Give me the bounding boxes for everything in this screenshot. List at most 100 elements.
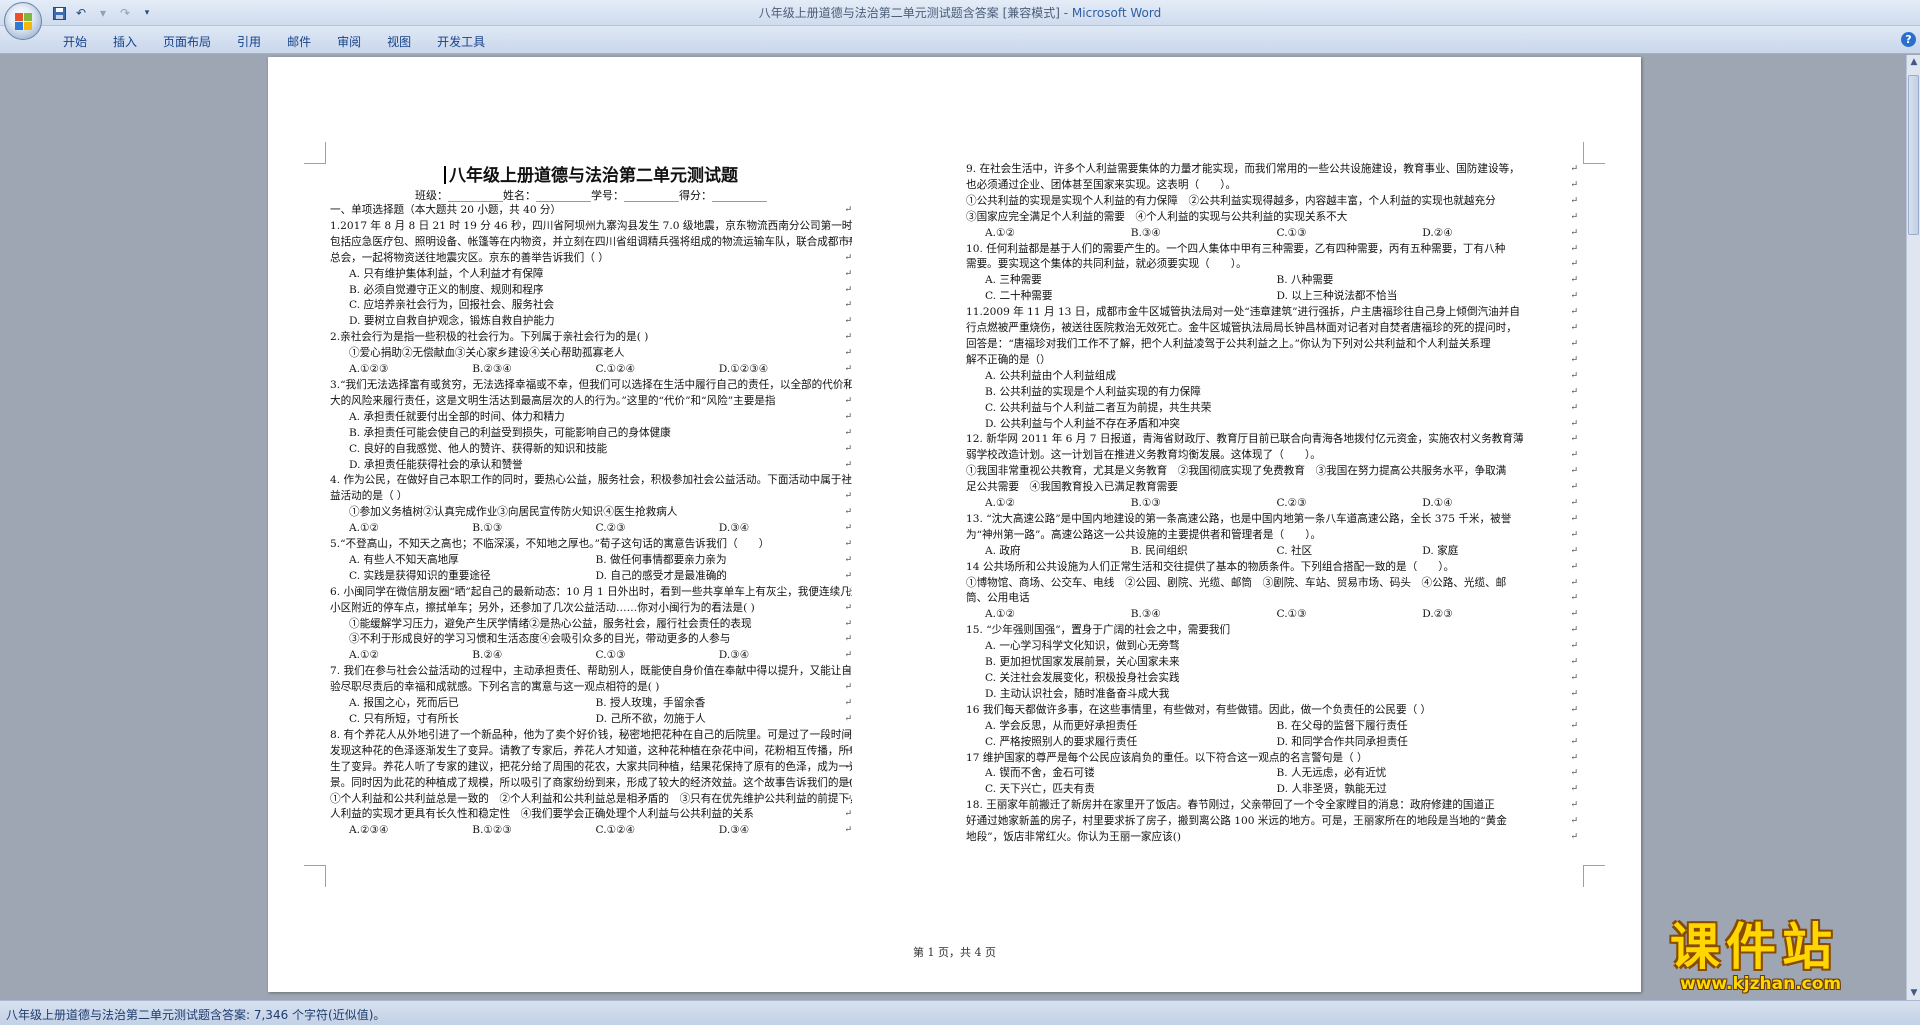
option-text: D. 己所不欲，勿施于人: [595, 713, 706, 725]
text-line: 小区附近的停车点，擦拭单车；另外，还参加了几次公益活动……你对小闽行为的看法是(…: [330, 601, 852, 617]
options-line: A.①② B.①③ C.②③ D.③④ ↵: [330, 521, 852, 537]
line-text: ①参加义务植树②认真完成作业③向居民宣传防火知识④医生抢救病人: [349, 506, 678, 519]
paragraph-mark-icon: ↵: [844, 332, 852, 343]
paragraph-mark-icon: ↵: [1570, 275, 1578, 286]
text-line: 1.2017 年 8 月 8 日 21 时 19 分 46 秒，四川省阿坝州九寨…: [330, 219, 852, 235]
help-icon[interactable]: ?: [1901, 32, 1916, 47]
text-line: 为“神州第一路”。高速公路这一公共设施的主要提供者和管理者是（ ）。 ↵: [966, 528, 1578, 544]
option-text: D.③④: [718, 824, 750, 837]
paragraph-mark-icon: ↵: [1570, 370, 1578, 381]
line-text: 11.2009 年 11 月 13 日，成都市金牛区城管执法局对一处“违章建筑”…: [966, 306, 1520, 319]
paragraph-mark-icon: ↵: [1570, 752, 1578, 763]
ribbon: 开始 插入 页面布局 引用 邮件 审阅 视图 开发工具 ?: [0, 26, 1920, 54]
option-text: B. 授人玫瑰，手留余香: [595, 697, 706, 710]
text-cursor: [444, 166, 446, 184]
line-text: 5.“不登高山，不知天之高也；不临深溪，不知地之厚也。”荀子这句话的寓意告诉我们…: [330, 538, 770, 551]
tab-references[interactable]: 引用: [224, 31, 274, 52]
scrollbar-thumb[interactable]: [1908, 75, 1919, 235]
paragraph-mark-icon: ↵: [1570, 673, 1578, 683]
paragraph-mark-icon: ↵: [844, 809, 852, 820]
text-line: A. 公共利益由个人利益组成 ↵: [966, 369, 1578, 385]
text-line: 总会，一起将物资送往地震灾区。京东的善举告诉我们（ ） ↵: [330, 251, 852, 267]
paragraph-mark-icon: ↵: [1570, 609, 1578, 620]
paragraph-mark-icon: ↵: [844, 205, 852, 215]
right-column: 9. 在社会生活中，许多个人利益需要集体的力量才能实现，而我们常用的一些公共设施…: [966, 162, 1578, 846]
tab-mailings[interactable]: 邮件: [274, 31, 324, 52]
line-text: 3.“我们无法选择富有或贫穷，无法选择幸福或不幸，但我们可以选择在生活中履行自己…: [330, 378, 852, 391]
tab-developer[interactable]: 开发工具: [424, 31, 498, 52]
options-line: C. 二十种需要 D. 以上三种说法都不恰当 ↵: [966, 289, 1578, 305]
options-line: C. 实践是获得知识的重要途径 D. 自己的感受才是最准确的 ↵: [330, 569, 852, 585]
text-line: 好通过她家新盖的房子，村里要求拆了房子，搬到离公路 100 米远的地方。可是，王…: [966, 814, 1578, 830]
document-page[interactable]: 八年级上册道德与法治第二单元测试题 班级：__________姓名：______…: [268, 57, 1641, 992]
text-line: 16 我们每天都做许多事，在这些事情里，有些做对，有些做错。因此，做一个负责任的…: [966, 703, 1578, 719]
options-line: A.①② B.①③ C.②③ D.①④ ↵: [966, 496, 1578, 512]
paragraph-mark-icon: ↵: [1570, 482, 1578, 493]
line-text: ①个人利益和公共利益总是一致的 ②个人利益和公共利益总是相矛盾的 ③只有在优先维…: [330, 792, 852, 805]
line-text: 益活动的是（ ）: [330, 490, 408, 503]
text-line: D. 公共利益与个人利益不存在矛盾和冲突 ↵: [966, 417, 1578, 433]
text-line: 6. 小闽同学在微信朋友圈“晒”起自己的最新动态：10 月 1 日外出时，看到一…: [330, 585, 852, 601]
text-line: ①能缓解学习压力，避免产生厌学情绪②是热心公益，服务社会，履行社会责任的表现 ↵: [330, 617, 852, 633]
paragraph-mark-icon: ↵: [844, 825, 852, 836]
tab-review[interactable]: 审阅: [324, 31, 374, 52]
text-line: C. 应培养亲社会行为，回报社会、服务社会 ↵: [330, 298, 852, 314]
line-text: C. 应培养亲社会行为，回报社会、服务社会: [349, 299, 555, 312]
tab-page-layout[interactable]: 页面布局: [150, 31, 224, 52]
option-text: D.①④: [1422, 497, 1453, 510]
line-text: 地段”，饭店非常红火。你认为王丽一家应该(): [966, 831, 1181, 844]
line-text: 9. 在社会生活中，许多个人利益需要集体的力量才能实现，而我们常用的一些公共设施…: [966, 163, 1520, 175]
tab-insert[interactable]: 插入: [100, 31, 150, 52]
line-text: D. 要树立自救自护观念，锻炼自救自护能力: [349, 315, 555, 328]
office-button[interactable]: [4, 2, 42, 40]
options-line: C. 严格按照别人的要求履行责任 D. 和同学合作共同承担责任 ↵: [966, 735, 1578, 751]
line-text: A. 公共利益由个人利益组成: [985, 369, 1116, 382]
tab-view[interactable]: 视图: [374, 31, 424, 52]
option-text: A.①②: [985, 608, 1016, 621]
paragraph-mark-icon: ↵: [1570, 195, 1578, 206]
option-text: B.①③: [472, 522, 503, 535]
option-text: A.①②: [985, 226, 1016, 239]
paragraph-mark-icon: ↵: [844, 379, 852, 390]
line-text: B. 承担责任可能会使自己的利益受到损失，可能影响自己的身体健康: [349, 426, 671, 439]
paragraph-mark-icon: ↵: [1570, 259, 1578, 270]
scroll-up-icon[interactable]: ▲: [1907, 55, 1920, 69]
option-text: A. 锲而不舍，金石可镂: [985, 767, 1095, 780]
paragraph-mark-icon: ↵: [844, 236, 852, 247]
line-text: 15. “少年强则国强”，置身于广阔的社会之中，需要我们: [966, 624, 1231, 637]
paragraph-mark-icon: ↵: [1570, 545, 1578, 556]
paragraph-mark-icon: ↵: [1570, 211, 1578, 222]
paragraph-mark-icon: ↵: [844, 300, 852, 311]
option-text: C.②③: [1276, 497, 1307, 510]
paragraph-mark-icon: ↵: [1570, 418, 1578, 429]
right-column-body: 9. 在社会生活中，许多个人利益需要集体的力量才能实现，而我们常用的一些公共设施…: [966, 162, 1578, 846]
window-title: 八年级上册道德与法治第二单元测试题含答案 [兼容模式] - Microsoft …: [758, 6, 1162, 20]
options-line: A. 学会反思，从而更好承担责任 B. 在父母的监督下履行责任 ↵: [966, 719, 1578, 735]
line-text: ①爱心捐助②无偿献血③关心家乡建设④关心帮助孤寡老人: [349, 347, 625, 360]
line-text: 13. “沈大高速公路”是中国内地建设的第一条高速公路，也是中国内地第一条八车道…: [966, 512, 1512, 525]
paragraph-mark-icon: ↵: [844, 475, 852, 486]
line-text: 弱学校改造计划。这一计划旨在推进义务教育均衡发展。这体现了（ ）。: [966, 449, 1321, 462]
office-logo-icon: [15, 13, 32, 30]
line-text: 17 维护国家的尊严是每个公民应该肩负的重任。以下符合这一观点的名言警句是（ ）: [966, 751, 1368, 764]
tab-home[interactable]: 开始: [50, 31, 100, 52]
vertical-scrollbar[interactable]: ▲ ▼: [1906, 55, 1920, 1000]
paragraph-mark-icon: ↵: [1570, 402, 1578, 413]
paragraph-mark-icon: ↵: [844, 682, 852, 693]
text-line: ①爱心捐助②无偿献血③关心家乡建设④关心帮助孤寡老人 ↵: [330, 346, 852, 362]
line-text: 2.亲社会行为是指一些积极的社会行为。下列属于亲社会行为的是( ): [330, 331, 649, 344]
text-line: 15. “少年强则国强”，置身于广阔的社会之中，需要我们 ↵: [966, 623, 1578, 639]
line-text: A. 只有维护集体利益，个人利益才有保障: [349, 267, 544, 280]
option-text: C.①③: [1276, 608, 1307, 621]
text-line: 验尽职尽责后的幸福和成就感。下列名言的寓意与这一观点相符的是( ) ↵: [330, 680, 852, 696]
option-text: D.③④: [718, 649, 750, 662]
options-line: A. 有些人不知天高地厚 B. 做任何事情都要亲力亲为 ↵: [330, 553, 852, 569]
paragraph-mark-icon: ↵: [1570, 243, 1578, 254]
paragraph-mark-icon: ↵: [844, 491, 852, 502]
paragraph-mark-icon: ↵: [844, 411, 852, 422]
line-text: 解不正确的是（）: [966, 353, 1051, 366]
paragraph-mark-icon: ↵: [1570, 800, 1578, 811]
text-line: 3.“我们无法选择富有或贫穷，无法选择幸福或不幸，但我们可以选择在生活中履行自己…: [330, 378, 852, 394]
paragraph-mark-icon: ↵: [844, 745, 852, 756]
line-text: 8. 有个养花人从外地引进了一个新品种，他为了卖个好价钱，秘密地把花种在自己的后…: [330, 728, 852, 741]
